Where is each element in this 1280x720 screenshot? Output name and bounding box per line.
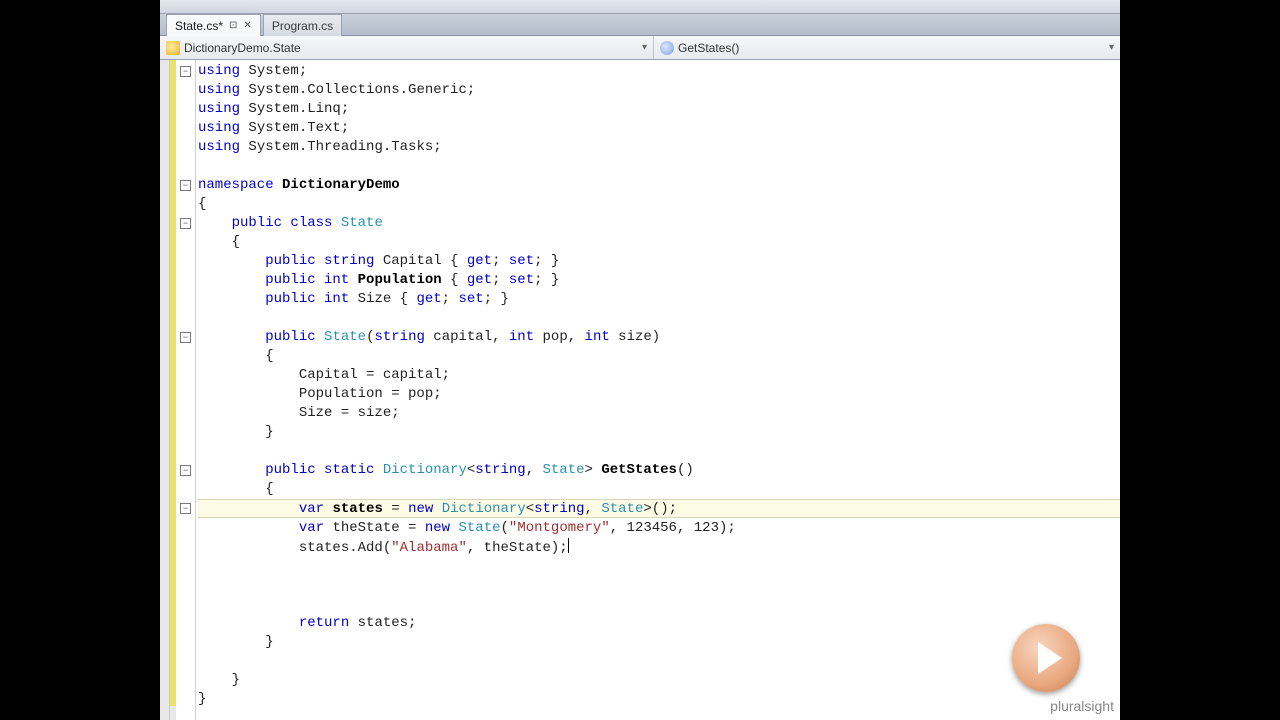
code-line[interactable]: { xyxy=(198,233,1120,252)
class-icon xyxy=(166,41,180,55)
code-line[interactable]: var theState = new State("Montgomery", 1… xyxy=(198,519,1120,538)
code-line[interactable]: { xyxy=(198,195,1120,214)
code-line[interactable] xyxy=(198,652,1120,671)
fold-toggle[interactable]: − xyxy=(180,332,191,343)
code-line[interactable]: public static Dictionary<string, State> … xyxy=(198,461,1120,480)
code-line[interactable]: { xyxy=(198,347,1120,366)
code-line[interactable]: Capital = capital; xyxy=(198,366,1120,385)
fold-toggle[interactable]: − xyxy=(180,465,191,476)
document-tabstrip: State.cs* ⊡ ✕ Program.cs xyxy=(160,14,1120,36)
chevron-down-icon: ▾ xyxy=(1109,42,1114,53)
code-line[interactable]: } xyxy=(198,671,1120,690)
code-line[interactable]: return states; xyxy=(198,614,1120,633)
code-line[interactable] xyxy=(198,442,1120,461)
tab-label: State.cs* xyxy=(175,19,223,33)
code-line[interactable]: using System.Collections.Generic; xyxy=(198,81,1120,100)
method-icon xyxy=(660,41,674,55)
code-editor[interactable]: − − − − − − using System;using System.Collect… xyxy=(160,60,1120,720)
outlining-margin: − − − − − − xyxy=(176,60,196,720)
menu-bar xyxy=(160,0,1120,14)
code-line[interactable] xyxy=(198,309,1120,328)
text-cursor xyxy=(568,538,569,553)
fold-toggle[interactable]: − xyxy=(180,180,191,191)
fold-toggle[interactable]: − xyxy=(180,503,191,514)
code-line[interactable]: { xyxy=(198,480,1120,499)
code-line[interactable] xyxy=(198,557,1120,576)
code-line[interactable]: public int Population { get; set; } xyxy=(198,271,1120,290)
document-tab[interactable]: Program.cs xyxy=(263,14,342,36)
code-line[interactable]: public string Capital { get; set; } xyxy=(198,252,1120,271)
code-line[interactable]: namespace DictionaryDemo xyxy=(198,176,1120,195)
code-line[interactable]: using System.Text; xyxy=(198,119,1120,138)
code-line[interactable]: Size = size; xyxy=(198,404,1120,423)
code-line[interactable]: using System; xyxy=(198,62,1120,81)
code-line[interactable]: } xyxy=(198,690,1120,709)
code-line[interactable] xyxy=(198,595,1120,614)
code-line[interactable]: public int Size { get; set; } xyxy=(198,290,1120,309)
code-line[interactable]: using System.Linq; xyxy=(198,100,1120,119)
member-selector[interactable]: GetStates() ▾ xyxy=(654,36,1120,59)
document-tab[interactable]: State.cs* ⊡ ✕ xyxy=(166,14,261,36)
fold-toggle[interactable]: − xyxy=(180,66,191,77)
code-line[interactable]: public State(string capital, int pop, in… xyxy=(198,328,1120,347)
code-line[interactable] xyxy=(198,576,1120,595)
code-line[interactable]: Population = pop; xyxy=(198,385,1120,404)
class-selector[interactable]: DictionaryDemo.State ▾ xyxy=(160,36,654,59)
code-line[interactable]: } xyxy=(198,423,1120,442)
chevron-down-icon: ▾ xyxy=(642,42,647,53)
ide-window: State.cs* ⊡ ✕ Program.cs DictionaryDemo.Sta… xyxy=(160,0,1120,720)
tab-label: Program.cs xyxy=(272,19,333,33)
code-line[interactable]: public class State xyxy=(198,214,1120,233)
close-icon[interactable]: ✕ xyxy=(243,20,251,31)
code-line[interactable]: using System.Threading.Tasks; xyxy=(198,138,1120,157)
pin-icon[interactable]: ⊡ xyxy=(229,20,237,31)
code-area[interactable]: using System;using System.Collections.Ge… xyxy=(196,60,1120,720)
class-selector-label: DictionaryDemo.State xyxy=(184,41,301,55)
code-line[interactable] xyxy=(198,157,1120,176)
fold-toggle[interactable]: − xyxy=(180,218,191,229)
code-line[interactable]: states.Add("Alabama", theState); xyxy=(198,538,1120,557)
member-selector-label: GetStates() xyxy=(678,41,739,55)
navigation-bar: DictionaryDemo.State ▾ GetStates() ▾ xyxy=(160,36,1120,60)
selection-margin xyxy=(160,60,170,720)
code-line[interactable]: var states = new Dictionary<string, Stat… xyxy=(198,499,1120,518)
code-line[interactable]: } xyxy=(198,633,1120,652)
